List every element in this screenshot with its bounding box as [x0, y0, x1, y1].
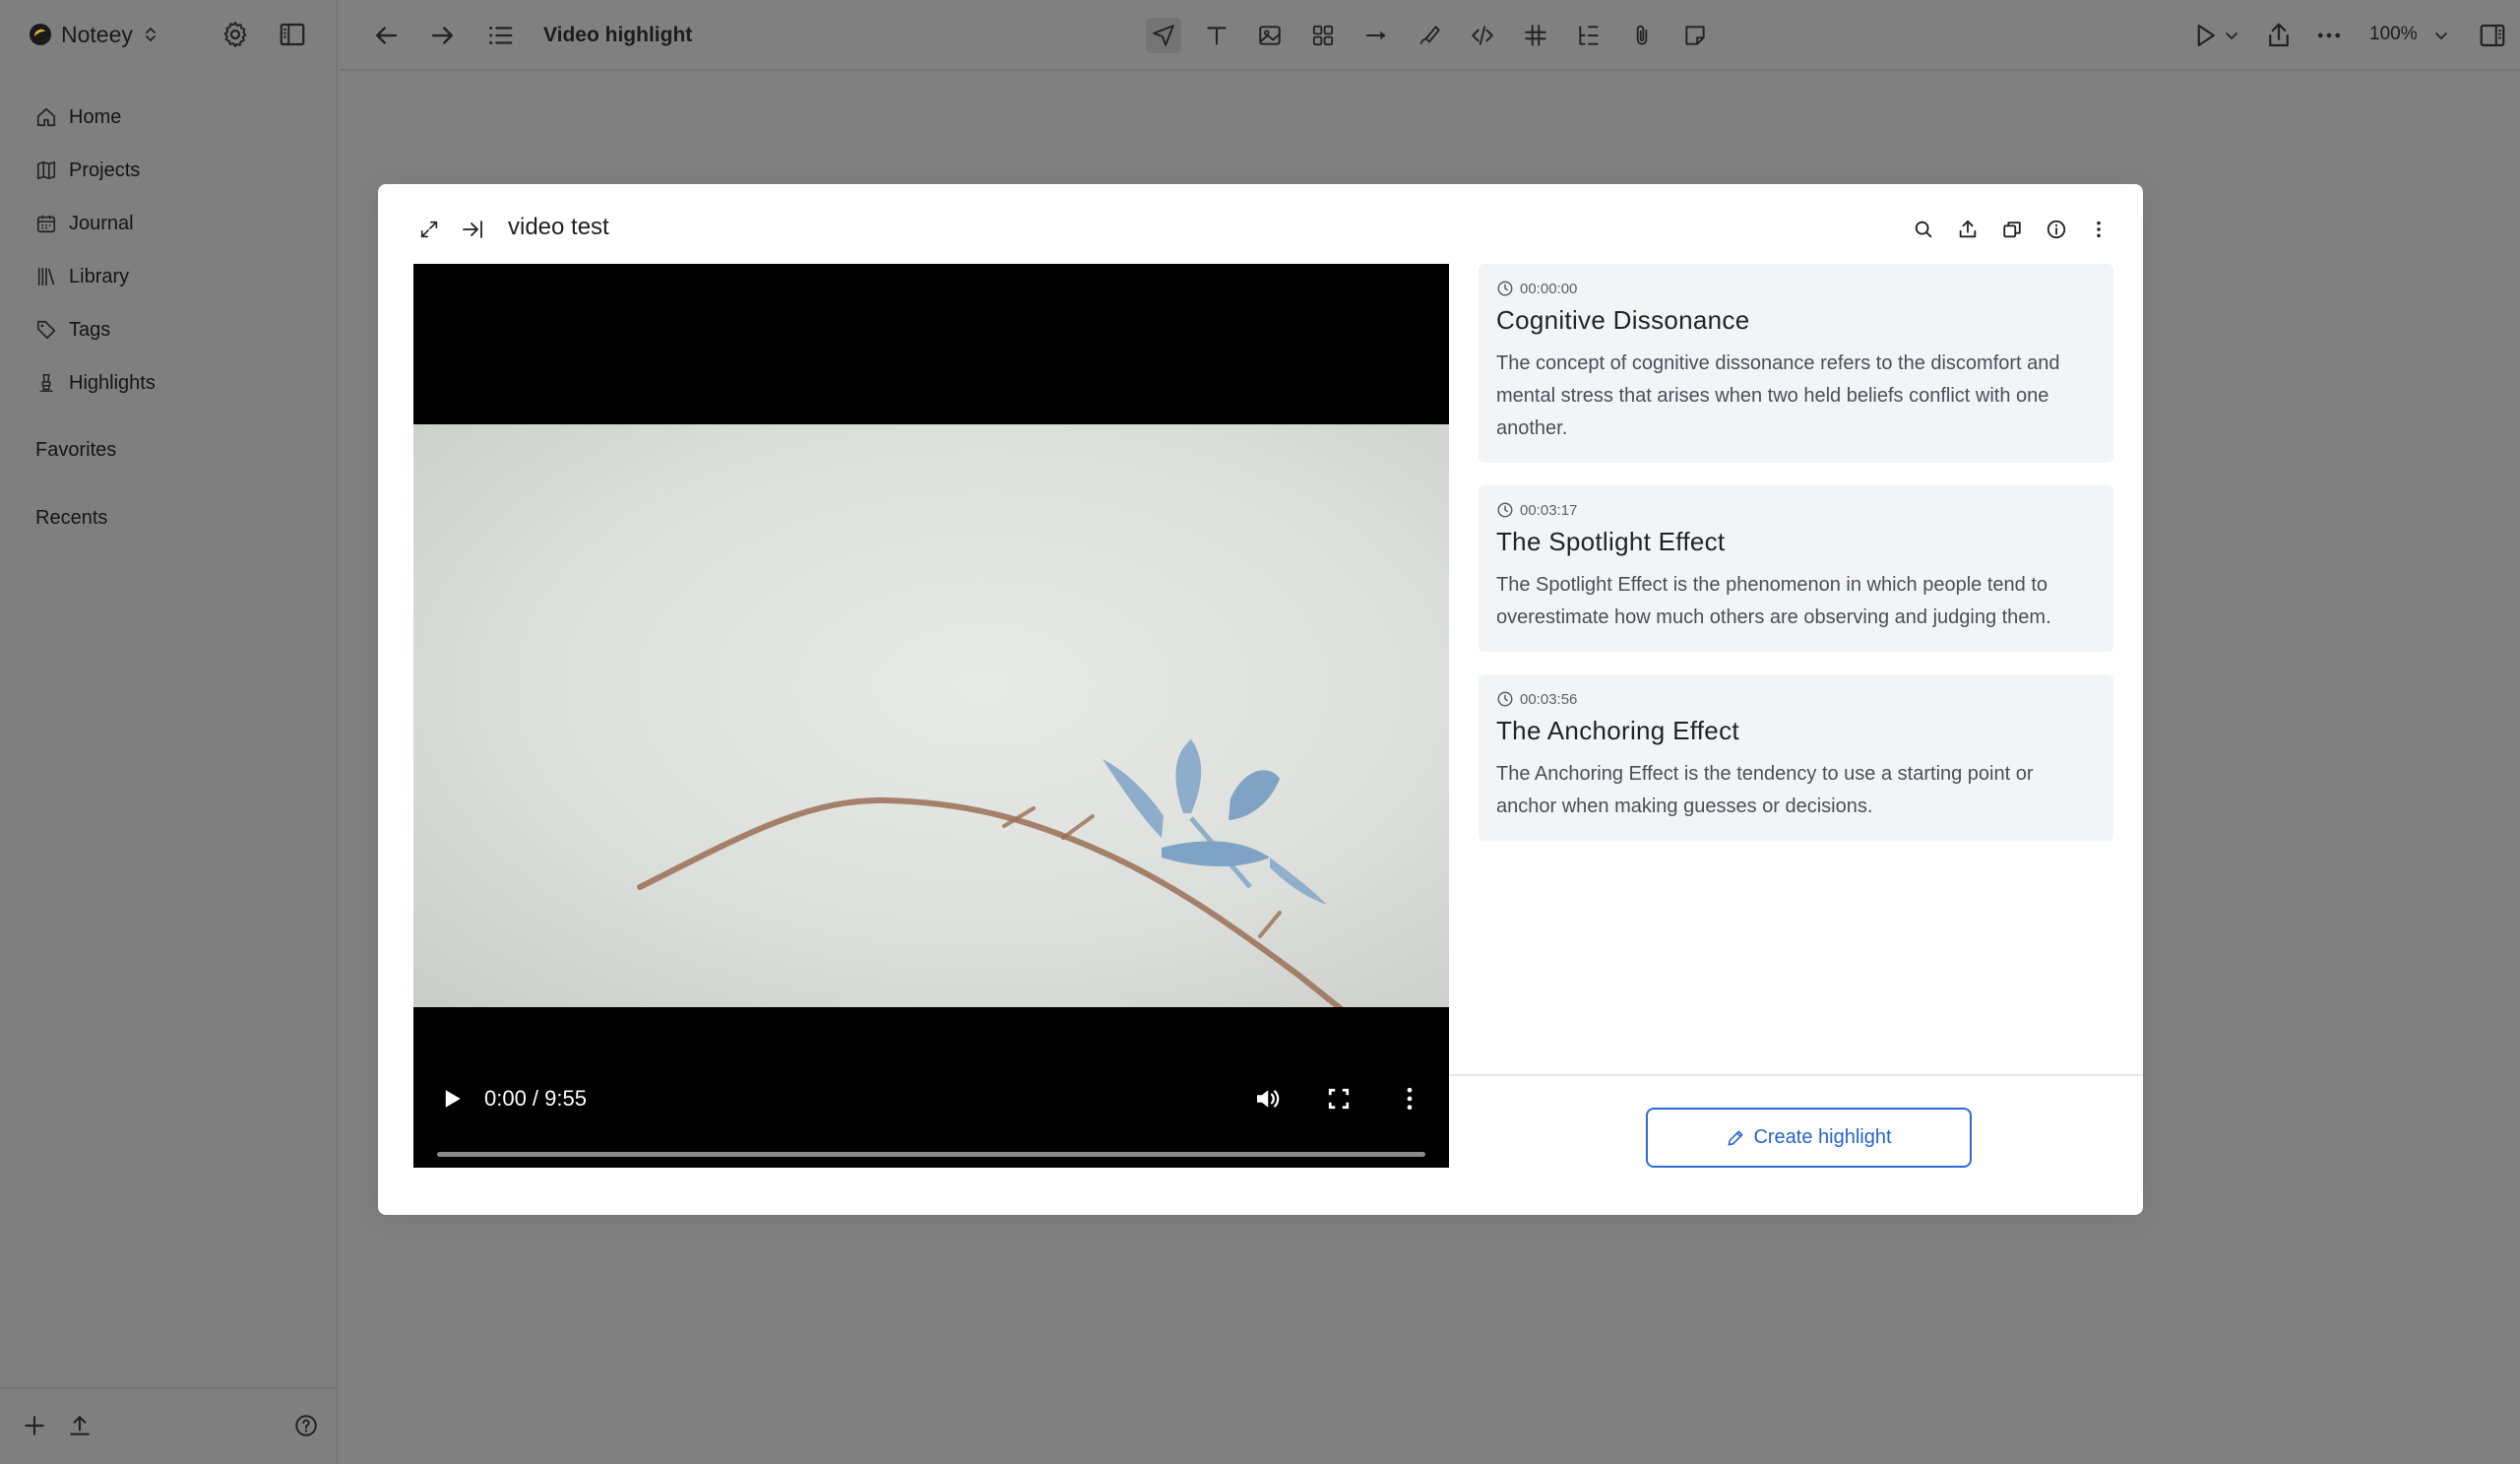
- pencil-icon: [1726, 1128, 1745, 1148]
- highlight-list: 00:00:00 Cognitive Dissonance The concep…: [1479, 264, 2113, 863]
- toggle-sidebar-icon[interactable]: [278, 20, 307, 49]
- map-icon: [35, 159, 57, 181]
- video-player[interactable]: 0:00 / 9:55: [413, 264, 1449, 1168]
- highlight-description: The Spotlight Effect is the phenomenon i…: [1496, 574, 2051, 628]
- panel-divider: [1449, 1074, 2143, 1076]
- timestamp-text: 00:03:56: [1520, 690, 1578, 708]
- noteey-logo-icon: [30, 24, 51, 45]
- sidebar-item-label: Home: [69, 105, 122, 128]
- mindmap-icon[interactable]: [1571, 18, 1606, 53]
- highlight-title: The Anchoring Effect: [1496, 716, 1739, 745]
- highlight-title: The Spotlight Effect: [1496, 527, 1726, 556]
- clock-icon: [1496, 501, 1514, 519]
- video-progress-bar[interactable]: [437, 1152, 1425, 1157]
- workspace-name: Noteey: [61, 21, 133, 47]
- highlight-timestamp[interactable]: 00:03:56: [1496, 690, 2096, 708]
- video-highlight-dialog: video test 0:00 / 9:55 00:00:00 Cognitiv…: [378, 184, 2143, 1215]
- create-highlight-label: Create highlight: [1753, 1126, 1892, 1148]
- right-panel-toggle-icon[interactable]: [2478, 21, 2507, 50]
- video-controls: 0:00 / 9:55: [413, 1007, 1449, 1168]
- share-export-icon[interactable]: [2264, 21, 2294, 50]
- clock-icon: [1496, 690, 1514, 708]
- top-toolbar: Video highlight 100%: [340, 0, 2520, 71]
- frame-hash-icon[interactable]: [1518, 18, 1553, 53]
- sidebar-footer: [0, 1387, 338, 1464]
- document-title: Video highlight: [543, 24, 693, 46]
- sidebar-nav: Home Projects Journal Library Tags Highl…: [22, 91, 317, 410]
- info-icon[interactable]: [2041, 214, 2072, 245]
- highlight-card[interactable]: 00:03:17 The Spotlight Effect The Spotli…: [1479, 485, 2113, 652]
- dialog-title: video test: [508, 214, 609, 240]
- copy-duplicate-icon[interactable]: [1996, 214, 2028, 245]
- highlight-timestamp[interactable]: 00:03:17: [1496, 501, 2096, 519]
- video-frame-thumbnail: [413, 424, 1449, 1007]
- sidebar-item-label: Journal: [69, 212, 134, 234]
- volume-icon[interactable]: [1252, 1084, 1282, 1114]
- sticky-note-icon[interactable]: [1677, 18, 1713, 53]
- collapse-to-side-icon[interactable]: [457, 214, 488, 245]
- recents-section[interactable]: Recents: [35, 507, 107, 530]
- chevron-up-down-icon: [145, 26, 157, 43]
- sidebar-item-projects[interactable]: Projects: [22, 144, 317, 197]
- timestamp-text: 00:00:00: [1520, 280, 1578, 297]
- image-tool-icon[interactable]: [1252, 18, 1288, 53]
- search-icon[interactable]: [1908, 214, 1939, 245]
- favorites-section[interactable]: Favorites: [35, 439, 116, 462]
- back-arrow-icon[interactable]: [371, 21, 401, 50]
- more-vertical-icon[interactable]: [2083, 214, 2114, 245]
- workspace-switcher[interactable]: Noteey: [30, 18, 157, 51]
- sidebar-item-highlights[interactable]: Highlights: [22, 356, 317, 410]
- more-horizontal-icon[interactable]: [2314, 21, 2344, 50]
- zoom-chevron-down-icon[interactable]: [2432, 21, 2450, 50]
- present-play-icon[interactable]: [2190, 21, 2220, 50]
- home-icon: [35, 106, 57, 128]
- sidebar-item-journal[interactable]: Journal: [22, 197, 317, 250]
- calendar-icon: [35, 213, 57, 234]
- sidebar-item-label: Highlights: [69, 371, 156, 394]
- sidebar: Noteey Home Projects Journal Library Tag…: [0, 0, 338, 1464]
- attachment-paperclip-icon[interactable]: [1624, 18, 1660, 53]
- zoom-level[interactable]: 100%: [2369, 24, 2418, 45]
- highlight-description: The Anchoring Effect is the tendency to …: [1496, 763, 2034, 817]
- fullscreen-icon[interactable]: [1324, 1084, 1354, 1114]
- highlight-description: The concept of cognitive dissonance refe…: [1496, 352, 2060, 439]
- settings-gear-icon[interactable]: [220, 20, 250, 49]
- sidebar-item-library[interactable]: Library: [22, 250, 317, 303]
- export-upload-icon[interactable]: [1952, 214, 1984, 245]
- sidebar-item-tags[interactable]: Tags: [22, 303, 317, 356]
- tag-icon: [35, 319, 57, 341]
- highlight-card[interactable]: 00:03:56 The Anchoring Effect The Anchor…: [1479, 674, 2113, 841]
- highlight-title: Cognitive Dissonance: [1496, 305, 1750, 335]
- text-tool-icon[interactable]: [1199, 18, 1234, 53]
- widgets-grid-icon[interactable]: [1305, 18, 1341, 53]
- pen-draw-icon[interactable]: [1412, 18, 1447, 53]
- sidebar-item-label: Library: [69, 265, 130, 287]
- library-icon: [35, 266, 57, 287]
- code-block-icon[interactable]: [1465, 18, 1500, 53]
- timestamp-text: 00:03:17: [1520, 501, 1578, 519]
- video-time: 0:00 / 9:55: [484, 1086, 587, 1111]
- highlight-card[interactable]: 00:00:00 Cognitive Dissonance The concep…: [1479, 264, 2113, 463]
- forward-arrow-icon[interactable]: [428, 21, 458, 50]
- highlight-timestamp[interactable]: 00:00:00: [1496, 280, 2096, 297]
- select-pointer-icon[interactable]: [1146, 18, 1181, 53]
- highlighter-icon: [35, 372, 57, 394]
- help-icon[interactable]: [293, 1413, 319, 1438]
- arrow-connector-icon[interactable]: [1358, 18, 1394, 53]
- sidebar-item-label: Tags: [69, 318, 111, 341]
- chevron-down-icon[interactable]: [2223, 21, 2240, 50]
- clock-icon: [1496, 280, 1514, 297]
- video-more-vertical-icon[interactable]: [1395, 1084, 1424, 1114]
- add-icon[interactable]: [22, 1413, 47, 1438]
- expand-icon[interactable]: [413, 214, 445, 245]
- import-upload-icon[interactable]: [67, 1413, 93, 1438]
- sidebar-item-label: Projects: [69, 159, 141, 181]
- create-highlight-button[interactable]: Create highlight: [1646, 1108, 1972, 1168]
- sidebar-item-home[interactable]: Home: [22, 91, 317, 144]
- play-icon[interactable]: [437, 1084, 467, 1114]
- outline-list-icon[interactable]: [485, 21, 515, 50]
